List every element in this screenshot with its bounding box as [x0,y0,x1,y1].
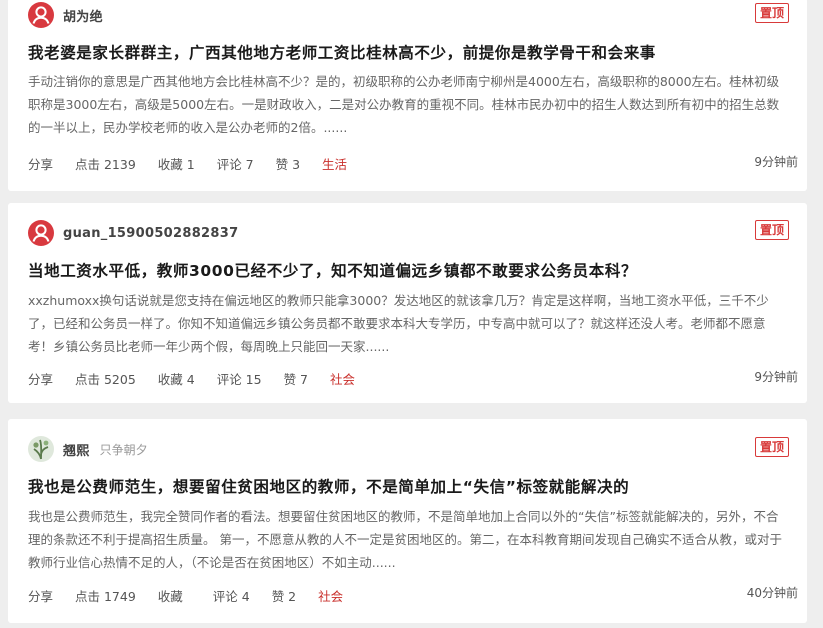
share-button[interactable]: 分享 [28,589,53,604]
author-name[interactable]: 胡为绝 [63,6,103,25]
post-card[interactable]: 翘熙 只争朝夕 置顶 我也是公费师范生，想要留住贫困地区的教师，不是简单加上“失… [8,419,807,623]
favorite-button[interactable]: 收藏 1 [158,157,195,172]
post-feed: 胡为绝 置顶 我老婆是家长群群主，广西其他地方老师工资比桂林高不少，前提你是教学… [0,0,823,628]
pinned-badge: 置顶 [754,220,789,240]
share-button[interactable]: 分享 [28,372,53,387]
post-card[interactable]: 胡为绝 置顶 我老婆是家长群群主，广西其他地方老师工资比桂林高不少，前提你是教学… [8,0,807,191]
avatar-icon[interactable] [28,436,54,462]
like-button[interactable]: 赞 3 [276,157,300,172]
post-excerpt[interactable]: 我也是公费师范生，我完全赞同作者的看法。想要留住贫困地区的教师，不是简单地加上合… [28,505,789,574]
category-tag[interactable]: 生活 [322,157,347,172]
post-title[interactable]: 我也是公费师范生，想要留住贫困地区的教师，不是简单加上“失信”标签就能解决的 [28,475,787,497]
post-author[interactable]: guan_15900502882837 [28,220,238,246]
comment-button[interactable]: 评论 4 [213,589,250,604]
post-title[interactable]: 我老婆是家长群群主，广西其他地方老师工资比桂林高不少，前提你是教学骨干和会来事 [28,41,787,63]
post-meta: 分享 点击 1749 收藏 评论 4 赞 2 社会 [28,586,343,605]
category-tag[interactable]: 社会 [330,372,355,387]
author-signature: 只争朝夕 [99,442,148,457]
post-title[interactable]: 当地工资水平低，教师3000已经不少了，知不知道偏远乡镇都不敢要求公务员本科？ [28,259,787,281]
post-excerpt[interactable]: xxzhumoxx换句话说就是您支持在偏远地区的教师只能拿3000？发达地区的就… [28,289,789,358]
favorite-button[interactable]: 收藏 4 [158,372,195,387]
author-name[interactable]: 翘熙 [63,440,90,459]
category-tag[interactable]: 社会 [318,589,343,604]
favorite-button[interactable]: 收藏 [158,589,183,604]
click-count: 点击 1749 [75,589,136,604]
like-button[interactable]: 赞 2 [272,589,296,604]
post-author[interactable]: 翘熙 只争朝夕 [28,436,148,462]
post-meta: 分享 点击 2139 收藏 1 评论 7 赞 3 生活 [28,154,347,173]
click-count: 点击 5205 [75,372,136,387]
post-author[interactable]: 胡为绝 [28,2,103,28]
share-button[interactable]: 分享 [28,157,53,172]
like-button[interactable]: 赞 7 [284,372,308,387]
post-time: 40分钟前 [746,586,798,600]
post-meta: 分享 点击 5205 收藏 4 评论 15 赞 7 社会 [28,369,355,388]
comment-button[interactable]: 评论 7 [217,157,254,172]
post-time: 9分钟前 [754,155,798,169]
author-name[interactable]: guan_15900502882837 [63,226,238,241]
comment-button[interactable]: 评论 15 [217,372,262,387]
click-count: 点击 2139 [75,157,136,172]
post-card[interactable]: guan_15900502882837 置顶 当地工资水平低，教师3000已经不… [8,203,807,403]
pinned-badge: 置顶 [754,437,789,457]
post-excerpt[interactable]: 手动注销你的意思是广西其他地方会比桂林高不少？是的，初级职称的公办老师南宁柳州是… [28,70,789,139]
pinned-badge: 置顶 [754,3,789,23]
avatar-icon[interactable] [28,2,54,28]
post-time: 9分钟前 [754,370,798,384]
avatar-icon[interactable] [28,220,54,246]
